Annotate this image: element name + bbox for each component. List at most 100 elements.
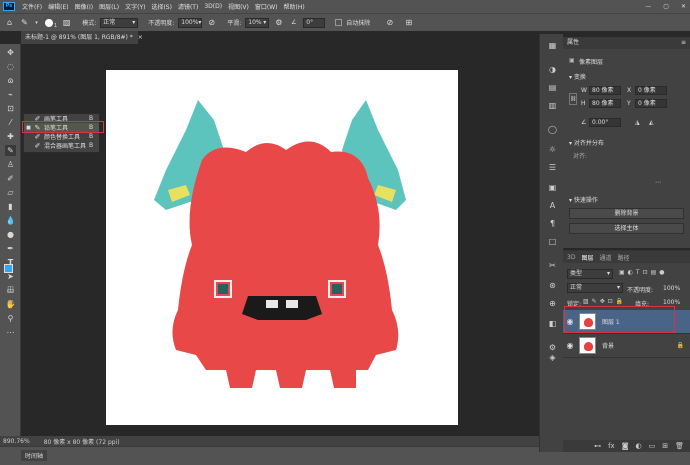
clone-stamp-icon[interactable]: ♙ — [5, 159, 16, 170]
menu-edit[interactable]: 编辑(E) — [45, 2, 71, 11]
menu-view[interactable]: 视图(V) — [225, 2, 252, 11]
menu-select[interactable]: 选择(S) — [148, 2, 175, 11]
transform-section[interactable]: ▾ 变换 — [569, 72, 586, 81]
eyedropper-icon[interactable]: ⁄ — [5, 117, 16, 128]
gradient-tool-icon[interactable]: ▮ — [5, 201, 16, 212]
menu-image[interactable]: 图像(I) — [72, 2, 96, 11]
menu-type[interactable]: 文字(Y) — [122, 2, 148, 11]
info-icon[interactable]: ◧ — [547, 318, 558, 329]
tab-paths[interactable]: 路径 — [617, 253, 629, 262]
align-section[interactable]: ▾ 对齐并分布 — [569, 138, 604, 147]
history-brush-icon[interactable]: ✐ — [5, 173, 16, 184]
maximize-button[interactable]: ▢ — [663, 3, 669, 10]
flyout-item-mixer-brush[interactable]: ✐ 混合器画笔工具 B — [24, 141, 99, 151]
pressure-size-icon[interactable]: ⊘ — [384, 17, 395, 28]
pencil-preset-icon[interactable]: ✎ — [19, 17, 30, 28]
angle-field[interactable]: 0.00° — [589, 118, 621, 127]
quick-mask-icon[interactable]: ◫ — [5, 284, 16, 295]
flip-vertical-icon[interactable]: ◭ — [649, 119, 654, 126]
mask-icon[interactable]: ◙ — [622, 442, 629, 450]
blur-tool-icon[interactable]: 💧 — [5, 215, 16, 226]
menu-window[interactable]: 窗口(W) — [252, 2, 281, 11]
gradients-icon[interactable]: ▥ — [547, 100, 558, 111]
cut-icon[interactable]: ✂ — [547, 260, 558, 271]
menu-file[interactable]: 文件(F) — [19, 2, 45, 11]
brushes-icon[interactable]: ⊛ — [547, 280, 558, 291]
history-icon[interactable]: ▦ — [547, 40, 558, 51]
healing-brush-icon[interactable]: ✚ — [5, 131, 16, 142]
foreground-color-swatch[interactable] — [4, 264, 13, 273]
timeline-tab[interactable]: 时间轴 — [21, 450, 48, 461]
close-window-button[interactable]: ✕ — [681, 3, 686, 10]
menu-help[interactable]: 帮助(H) — [281, 2, 308, 11]
brush-panel-icon[interactable]: ▨ — [61, 17, 72, 28]
glyphs-icon[interactable]: □ — [547, 236, 558, 247]
select-subject-button[interactable]: 选择主体 — [569, 223, 684, 234]
link-icon[interactable]: ⛓ — [569, 93, 577, 105]
adjustments-icon[interactable]: ☰ — [547, 162, 558, 173]
mode-select[interactable]: 正常 ▾ — [100, 17, 139, 28]
home-icon[interactable]: ⌂ — [4, 17, 15, 28]
auto-erase-checkbox[interactable] — [335, 19, 343, 26]
x-field[interactable]: 0 像素 — [635, 86, 667, 95]
lock-icons[interactable]: ▨✎✥⊡🔒 — [583, 298, 626, 305]
character-icon[interactable]: A — [547, 200, 558, 211]
width-field[interactable]: 80 像素 — [589, 86, 621, 95]
layer-opacity-value[interactable]: 100% — [663, 285, 680, 292]
color-icon[interactable]: ◑ — [547, 64, 558, 75]
pressure-opacity-icon[interactable]: ⊘ — [206, 17, 217, 28]
document-canvas[interactable] — [106, 70, 458, 425]
remove-background-button[interactable]: 删除背景 — [569, 208, 684, 219]
pencil-tool-icon[interactable]: ✎ — [5, 145, 16, 156]
more-tools-icon[interactable]: ⋯ — [5, 327, 16, 338]
chevron-down-icon[interactable]: ▾ — [34, 17, 39, 28]
blend-mode-select[interactable]: 正常 ▾ — [567, 283, 623, 293]
clone-source-icon[interactable]: ⊕ — [547, 298, 558, 309]
adjustment-layer-icon[interactable]: ◐ — [636, 442, 642, 450]
group-icon[interactable]: ▭ — [649, 442, 656, 450]
brush-size-icon[interactable] — [43, 17, 54, 28]
libraries-icon[interactable]: ▣ — [547, 182, 558, 193]
tab-layers[interactable]: 图层 — [581, 253, 593, 262]
flip-horizontal-icon[interactable]: ◮ — [635, 119, 640, 126]
angle-input[interactable]: 0° — [303, 17, 326, 28]
layers-toggle-icon[interactable]: ◈ — [547, 352, 558, 363]
fill-value[interactable]: 100% — [663, 299, 680, 306]
link-layers-icon[interactable]: ⊷ — [594, 442, 601, 450]
dodge-tool-icon[interactable]: ● — [5, 229, 16, 240]
layer-filter-select[interactable]: 类型 ▾ — [567, 269, 613, 279]
eraser-icon[interactable]: ▱ — [5, 187, 16, 198]
swatches-icon[interactable]: ▤ — [547, 82, 558, 93]
tab-3d[interactable]: 3D — [567, 254, 575, 261]
zoom-tool-icon[interactable]: ⚲ — [5, 313, 16, 324]
y-field[interactable]: 0 像素 — [635, 99, 667, 108]
paragraph-icon[interactable]: ¶ — [547, 218, 558, 229]
visibility-eye-icon[interactable]: ◉ — [563, 341, 577, 350]
layer-name[interactable]: 背景 — [596, 341, 677, 350]
menu-filter[interactable]: 滤镜(T) — [175, 2, 201, 11]
opacity-input[interactable]: 100% ▾ — [178, 17, 203, 28]
smoothing-input[interactable]: 10% ▾ — [245, 17, 270, 28]
quick-select-icon[interactable]: ⌁ — [5, 89, 16, 100]
patterns-icon[interactable]: ◯ — [547, 124, 558, 135]
new-layer-icon[interactable]: ⊞ — [662, 442, 668, 450]
close-tab-icon[interactable]: × — [138, 34, 143, 41]
pen-tool-icon[interactable]: ✒ — [5, 243, 16, 254]
lasso-tool-icon[interactable]: ɷ — [5, 75, 16, 86]
crop-tool-icon[interactable]: ⊡ — [5, 103, 16, 114]
panel-menu-icon[interactable]: ≡ — [681, 37, 686, 49]
gear-icon[interactable]: ⚙ — [273, 17, 284, 28]
screen-mode-icon[interactable]: ▢ — [5, 298, 16, 309]
minimize-button[interactable]: — — [645, 3, 651, 10]
learn-icon[interactable]: ☼ — [547, 144, 558, 155]
layer-row-background[interactable]: ◉ 背景 🔒 — [563, 334, 690, 358]
symmetry-icon[interactable]: ⊞ — [403, 17, 414, 28]
marquee-tool-icon[interactable]: ◌ — [5, 61, 16, 72]
flyout-item-color-replace[interactable]: ✐ 颜色替换工具 B — [24, 132, 99, 142]
trash-icon[interactable]: 🗑 — [675, 442, 684, 450]
more-options-icon[interactable]: ⋯ — [655, 179, 661, 186]
height-field[interactable]: 80 像素 — [589, 99, 621, 108]
document-tab[interactable]: 未标题-1 @ 891% (图层 1, RGB/8#) * × — [21, 31, 143, 44]
menu-layer[interactable]: 图层(L) — [96, 2, 122, 11]
move-tool-icon[interactable]: ✥ — [5, 47, 16, 58]
